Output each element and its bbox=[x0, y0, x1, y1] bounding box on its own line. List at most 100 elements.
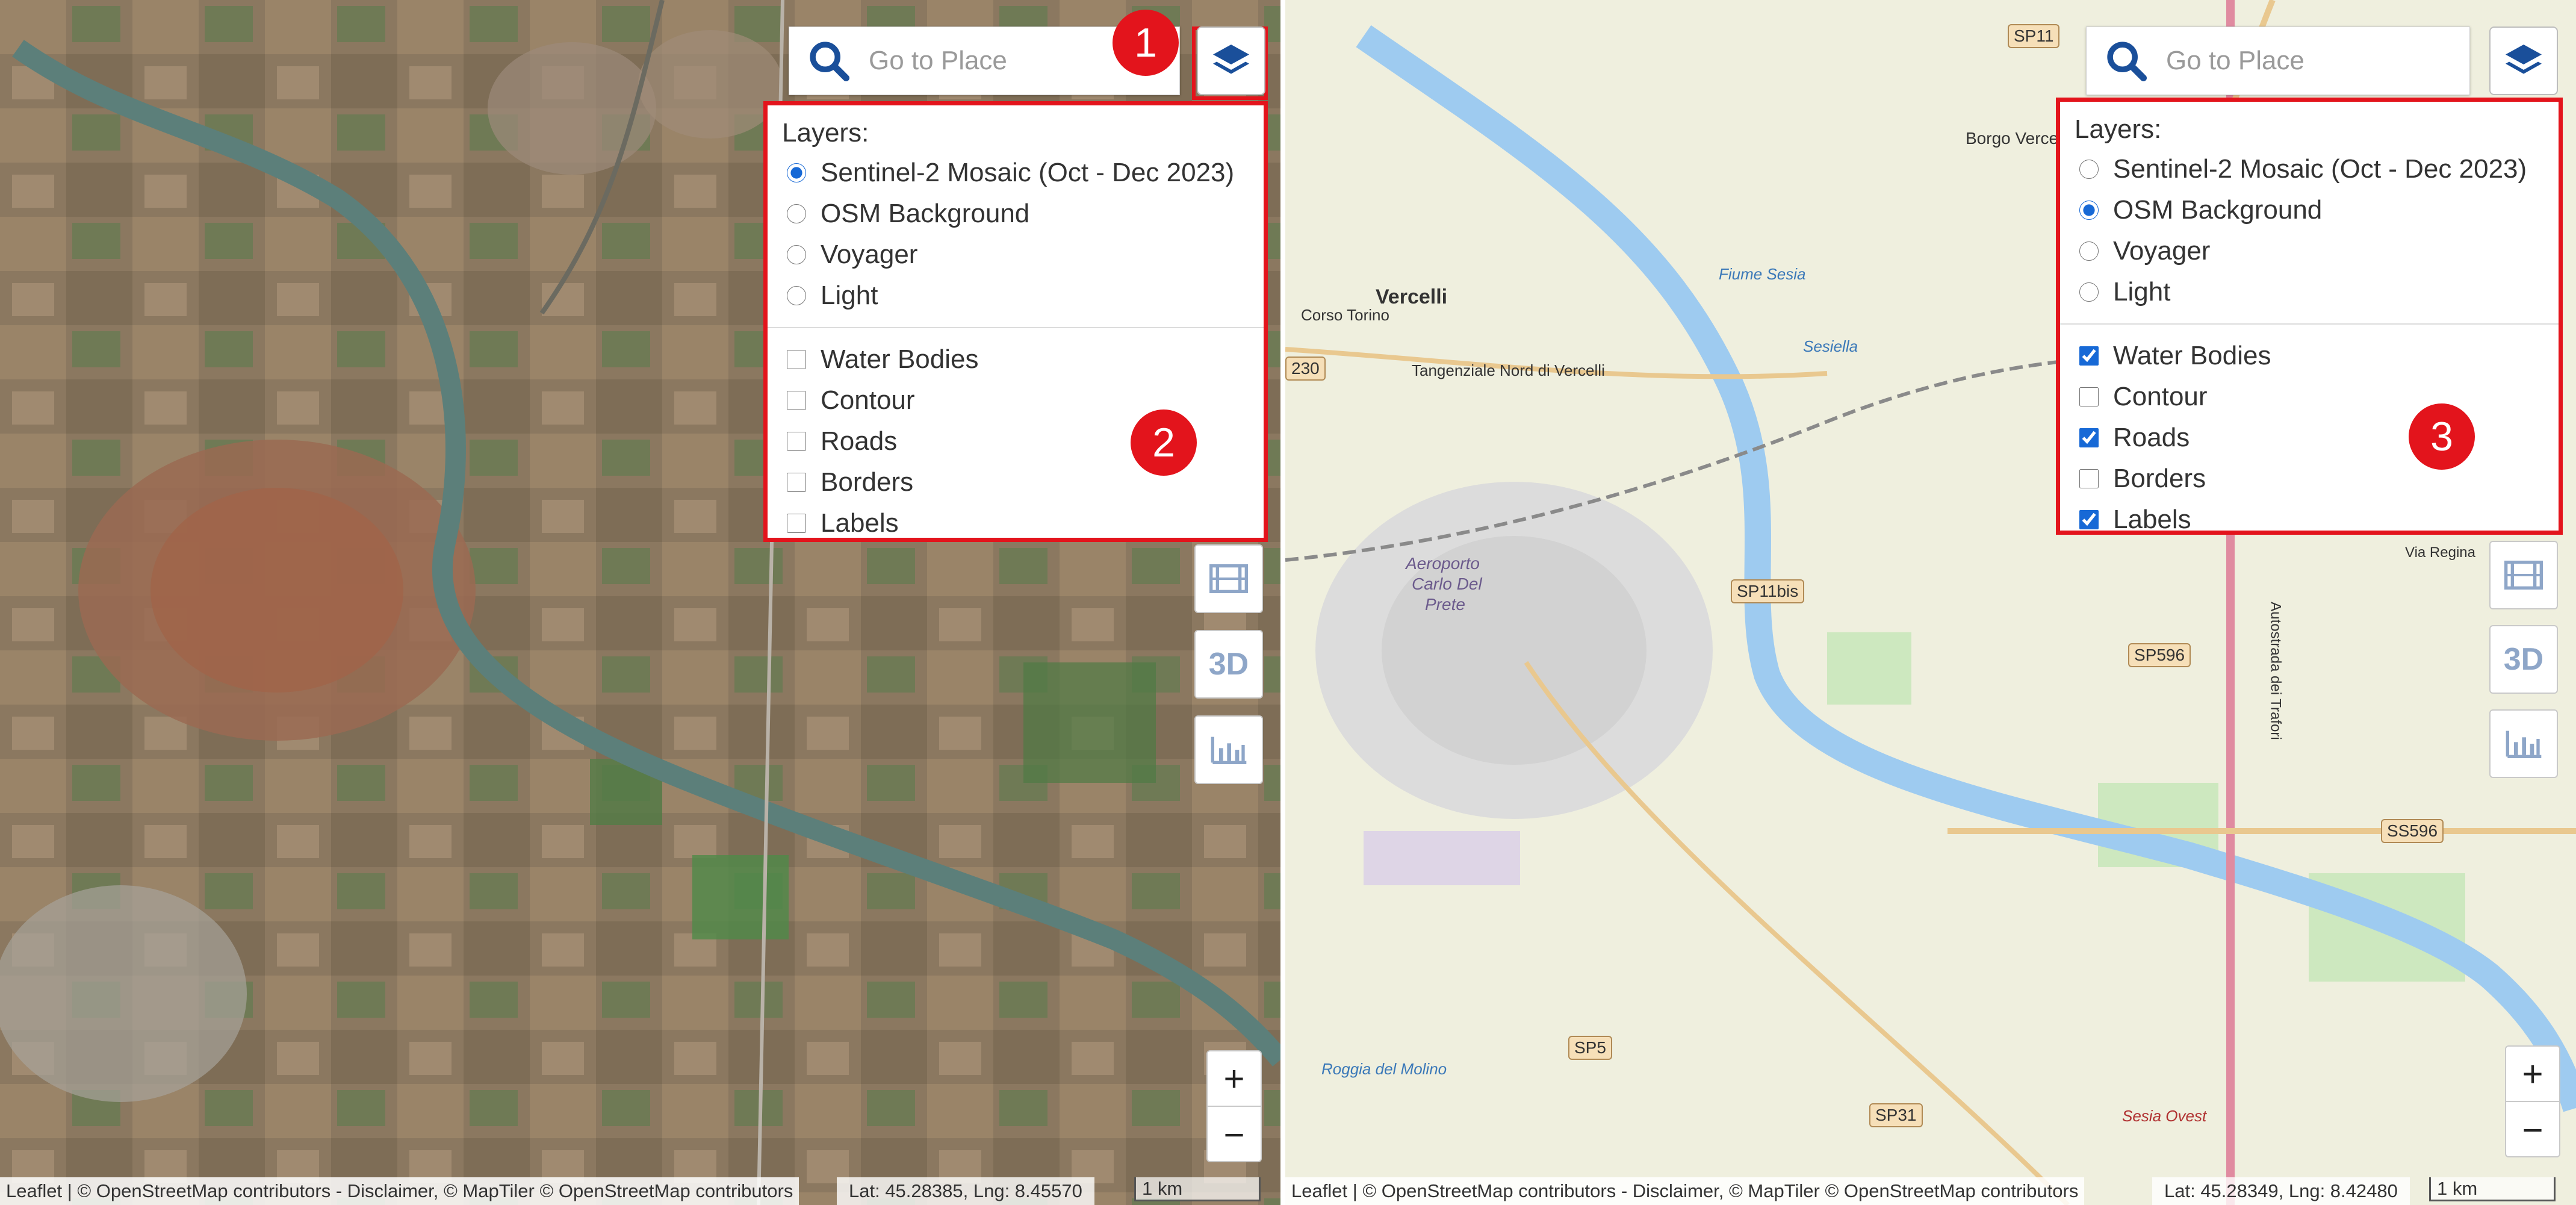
overlay-label: Contour bbox=[821, 385, 915, 415]
overlay-checkbox[interactable] bbox=[2079, 387, 2099, 406]
overlay-option-labels[interactable]: Labels bbox=[2075, 499, 2545, 540]
zoom-out-button[interactable]: − bbox=[1208, 1107, 1261, 1162]
layers-separator bbox=[2060, 323, 2559, 325]
timelapse-button[interactable] bbox=[2489, 541, 2558, 609]
overlay-checkbox[interactable] bbox=[787, 350, 806, 369]
map-label-corso-torino: Corso Torino bbox=[1301, 306, 1389, 324]
map-label-airport-1: Aeroporto bbox=[1406, 554, 1480, 573]
map-label-borgo: Borgo Vercelli bbox=[1966, 129, 2070, 148]
search-icon bbox=[810, 42, 850, 82]
road-shield-sp596: SP596 bbox=[2128, 643, 2191, 667]
layers-toggle-button[interactable] bbox=[2489, 26, 2558, 95]
base-layer-label: Light bbox=[2113, 277, 2171, 307]
attribution: Leaflet | © OpenStreetMap contributors -… bbox=[1285, 1177, 2085, 1205]
attribution: Leaflet | © OpenStreetMap contributors -… bbox=[0, 1177, 799, 1205]
callout-badge-3: 3 bbox=[2409, 403, 2475, 470]
chart-button[interactable] bbox=[2489, 709, 2558, 778]
search-icon bbox=[2107, 42, 2147, 82]
overlay-label: Contour bbox=[2113, 382, 2208, 411]
base-layer-label: Sentinel-2 Mosaic (Oct - Dec 2023) bbox=[821, 158, 1235, 187]
zoom-in-button[interactable]: + bbox=[2506, 1047, 2559, 1102]
overlay-checkbox[interactable] bbox=[2079, 428, 2099, 447]
base-layer-radio[interactable] bbox=[2079, 282, 2099, 302]
search-input[interactable] bbox=[2166, 27, 2469, 95]
road-shield-sp5: SP5 bbox=[1568, 1036, 1612, 1060]
map-label-fiume-sesia: Fiume Sesia bbox=[1719, 265, 1806, 283]
chart-button[interactable] bbox=[1194, 715, 1263, 784]
overlay-checkbox[interactable] bbox=[787, 514, 806, 533]
base-layer-option-voyager[interactable]: Voyager bbox=[782, 234, 1250, 275]
callout-badge-2: 2 bbox=[1131, 409, 1197, 476]
base-layer-option-sentinel-2-mosaic-oct-dec-2023[interactable]: Sentinel-2 Mosaic (Oct - Dec 2023) bbox=[2075, 149, 2545, 190]
overlay-label: Borders bbox=[2113, 464, 2206, 493]
panel-divider bbox=[1280, 0, 1285, 1205]
base-layer-option-light[interactable]: Light bbox=[2075, 272, 2545, 313]
search-box[interactable] bbox=[2086, 26, 2470, 95]
base-layer-radio[interactable] bbox=[787, 245, 806, 264]
base-layer-option-osm-background[interactable]: OSM Background bbox=[2075, 190, 2545, 231]
road-shield-230: 230 bbox=[1285, 357, 1326, 381]
base-layer-radio[interactable] bbox=[2079, 201, 2099, 220]
layers-panel: Layers: Sentinel-2 Mosaic (Oct - Dec 202… bbox=[2056, 98, 2563, 535]
overlay-checkbox[interactable] bbox=[2079, 346, 2099, 366]
base-layer-radio[interactable] bbox=[787, 163, 806, 182]
base-layer-radio[interactable] bbox=[2079, 241, 2099, 261]
base-layer-label: OSM Background bbox=[2113, 195, 2323, 225]
coordinate-readout: Lat: 45.28385, Lng: 8.45570 bbox=[837, 1177, 1094, 1205]
map-label-sesia-ovest: Sesia Ovest bbox=[2122, 1107, 2207, 1125]
overlay-label: Roads bbox=[2113, 423, 2190, 452]
road-shield-sp31: SP31 bbox=[1869, 1103, 1923, 1127]
overlay-checkbox[interactable] bbox=[787, 473, 806, 492]
film-icon bbox=[2504, 561, 2543, 590]
map-label-airport-3: Prete bbox=[1425, 595, 1465, 614]
overlay-label: Roads bbox=[821, 426, 898, 456]
layers-title: Layers: bbox=[2075, 114, 2162, 144]
base-layer-radio[interactable] bbox=[2079, 160, 2099, 179]
base-layer-list: Sentinel-2 Mosaic (Oct - Dec 2023) OSM Ba… bbox=[782, 152, 1250, 316]
overlay-option-contour[interactable]: Contour bbox=[2075, 376, 2545, 417]
base-layer-label: Sentinel-2 Mosaic (Oct - Dec 2023) bbox=[2113, 154, 2527, 184]
road-shield-ss596: SS596 bbox=[2381, 819, 2444, 843]
overlay-option-borders[interactable]: Borders bbox=[2075, 458, 2545, 499]
layers-separator bbox=[768, 327, 1264, 328]
base-layer-radio[interactable] bbox=[787, 286, 806, 305]
layers-title: Layers: bbox=[782, 118, 869, 148]
map-label-sesiella: Sesiella bbox=[1803, 337, 1858, 355]
base-layer-list: Sentinel-2 Mosaic (Oct - Dec 2023) OSM Ba… bbox=[2075, 149, 2545, 313]
overlay-option-labels[interactable]: Labels bbox=[782, 503, 1250, 544]
overlay-checkbox[interactable] bbox=[2079, 510, 2099, 529]
scale-bar: 1 km bbox=[1134, 1177, 1261, 1201]
base-layer-radio[interactable] bbox=[787, 204, 806, 223]
zoom-out-button[interactable]: − bbox=[2506, 1102, 2559, 1157]
layers-icon bbox=[2506, 45, 2542, 74]
overlay-label: Labels bbox=[2113, 505, 2191, 534]
layers-panel: Layers: Sentinel-2 Mosaic (Oct - Dec 202… bbox=[763, 101, 1268, 542]
overlay-option-water-bodies[interactable]: Water Bodies bbox=[782, 339, 1250, 380]
map-label-via-regina: Via Regina bbox=[2405, 544, 2475, 561]
overlay-checkbox[interactable] bbox=[787, 391, 806, 410]
3d-view-button[interactable]: 3D bbox=[1194, 630, 1263, 699]
base-layer-label: OSM Background bbox=[821, 199, 1030, 228]
map-label-airport-2: Carlo Del bbox=[1412, 574, 1482, 593]
3d-view-button[interactable]: 3D bbox=[2489, 625, 2558, 694]
layers-icon bbox=[1213, 45, 1249, 74]
base-layer-option-sentinel-2-mosaic-oct-dec-2023[interactable]: Sentinel-2 Mosaic (Oct - Dec 2023) bbox=[782, 152, 1250, 193]
timelapse-button[interactable] bbox=[1194, 544, 1263, 613]
coordinate-readout: Lat: 45.28349, Lng: 8.42480 bbox=[2152, 1177, 2410, 1205]
layers-toggle-button[interactable] bbox=[1197, 26, 1265, 95]
map-panel-left: 1 Layers: Sentinel-2 Mosaic (Oct - Dec 2… bbox=[0, 0, 1280, 1205]
overlay-checkbox[interactable] bbox=[787, 432, 806, 451]
map-label-roggia-molino: Roggia del Molino bbox=[1321, 1060, 1447, 1078]
overlay-label: Water Bodies bbox=[821, 344, 979, 374]
zoom-in-button[interactable]: + bbox=[1208, 1051, 1261, 1107]
callout-badge-1: 1 bbox=[1113, 10, 1179, 76]
base-layer-label: Light bbox=[821, 281, 878, 310]
overlay-option-water-bodies[interactable]: Water Bodies bbox=[2075, 335, 2545, 376]
overlay-label: Water Bodies bbox=[2113, 341, 2271, 370]
base-layer-option-voyager[interactable]: Voyager bbox=[2075, 231, 2545, 272]
overlay-checkbox[interactable] bbox=[2079, 469, 2099, 488]
map-label-autostrada: Autostrada dei Trafori bbox=[2267, 602, 2284, 740]
base-layer-option-osm-background[interactable]: OSM Background bbox=[782, 193, 1250, 234]
base-layer-option-light[interactable]: Light bbox=[782, 275, 1250, 316]
film-icon bbox=[1209, 564, 1248, 593]
